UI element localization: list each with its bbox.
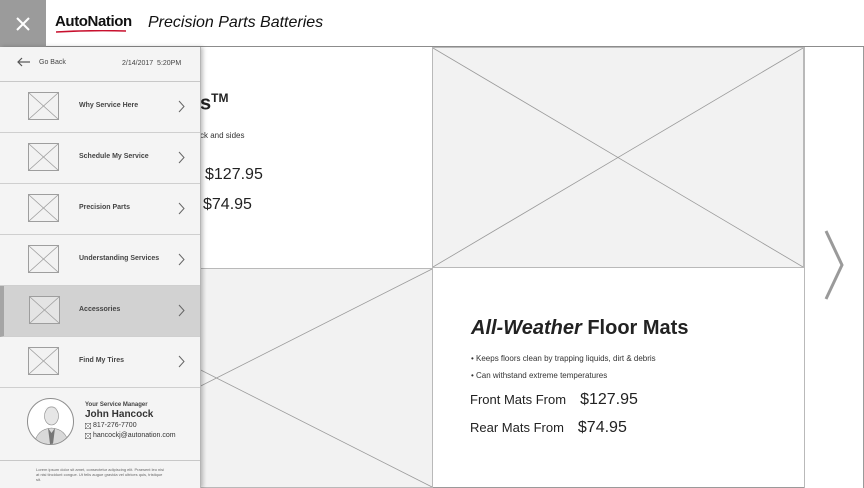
sidebar-item[interactable]: Why Service Here: [0, 82, 200, 133]
person-avatar-icon: [27, 398, 74, 445]
sidebar-item-label: Accessories: [79, 306, 121, 313]
manager-role: Your Service Manager: [85, 402, 148, 408]
manager-name: John Hancock: [85, 409, 154, 420]
logo-swoosh-icon: [56, 30, 126, 33]
manager-phone-row[interactable]: 817-276-7700: [85, 422, 137, 429]
sidebar-item-label: Understanding Services: [79, 255, 160, 262]
go-back-label: Go Back: [39, 58, 66, 66]
top-card-bullet: ck and sides: [200, 131, 245, 140]
image-placeholder-icon: [28, 92, 59, 120]
mats-bullet: • Keeps floors clean by trapping liquids…: [471, 354, 656, 363]
manager-email: hancockj@autonation.com: [93, 432, 176, 439]
mats-bullet: • Can withstand extreme temperatures: [471, 371, 608, 380]
sidebar-menu: Go Back 2/14/2017 5:20PM Why Service Her…: [0, 47, 201, 488]
close-button[interactable]: [0, 0, 46, 47]
manager-email-row[interactable]: hancockj@autonation.com: [85, 432, 176, 439]
sidebar-item-label: Why Service Here: [79, 102, 139, 109]
image-placeholder-icon: [28, 194, 59, 222]
chevron-right-large-icon[interactable]: [822, 229, 846, 301]
sidebar-item[interactable]: Schedule My Service: [0, 133, 200, 184]
front-mats-price-row: Front Mats From $127.95: [470, 391, 638, 409]
arrow-left-icon: [17, 57, 30, 67]
top-card-price-2: $74.95: [203, 196, 252, 213]
image-placeholder-icon: [28, 143, 59, 171]
service-manager-card: Your Service Manager John Hancock 817-27…: [0, 392, 200, 462]
sidebar-top-bar: Go Back 2/14/2017 5:20PM: [0, 47, 200, 82]
sidebar-item-label: Precision Parts: [79, 204, 130, 211]
sidebar-item[interactable]: Precision Parts: [0, 184, 200, 235]
go-back-button[interactable]: Go Back: [17, 57, 66, 67]
legal-text: Lorem ipsum dolor sit amet, consectetur …: [36, 467, 165, 482]
phone-icon: [85, 422, 91, 429]
autonation-logo: AutoNation: [55, 13, 132, 30]
sidebar-item[interactable]: Understanding Services: [0, 235, 200, 286]
rear-mats-price-row: Rear Mats From $74.95: [470, 419, 627, 437]
manager-phone: 817-276-7700: [93, 422, 137, 429]
chevron-right-icon: [178, 100, 185, 113]
top-card-title: sTM: [200, 91, 229, 115]
app-header: AutoNation Precision Parts Batteries: [0, 0, 864, 47]
date-time: 2/14/2017 5:20PM: [122, 60, 182, 67]
chevron-right-icon: [178, 202, 185, 215]
chevron-right-icon: [178, 304, 185, 317]
email-icon: [85, 432, 91, 439]
sidebar-item[interactable]: Find My Tires: [0, 337, 200, 388]
mats-card-title: All-Weather Floor Mats: [471, 317, 689, 339]
image-placeholder-icon: [28, 245, 59, 273]
sidebar-item[interactable]: Accessories: [0, 286, 200, 337]
top-right-image-placeholder: [432, 47, 804, 268]
front-mats-price: $127.95: [580, 391, 638, 408]
image-placeholder-icon: [28, 347, 59, 375]
image-placeholder-icon: [29, 296, 60, 324]
chevron-right-icon: [178, 151, 185, 164]
sidebar-item-label: Schedule My Service: [79, 153, 149, 160]
chevron-right-icon: [178, 355, 185, 368]
sidebar-item-label: Find My Tires: [79, 357, 124, 364]
front-mats-label: Front Mats From: [470, 392, 567, 407]
page-title: Precision Parts Batteries: [148, 14, 324, 31]
rear-mats-label: Rear Mats From: [470, 420, 564, 435]
chevron-right-icon: [178, 253, 185, 266]
sidebar-footer: Lorem ipsum dolor sit amet, consectetur …: [0, 460, 200, 488]
top-card-price-1: $127.95: [205, 166, 263, 183]
close-icon: [16, 16, 30, 31]
rear-mats-price: $74.95: [577, 419, 627, 436]
